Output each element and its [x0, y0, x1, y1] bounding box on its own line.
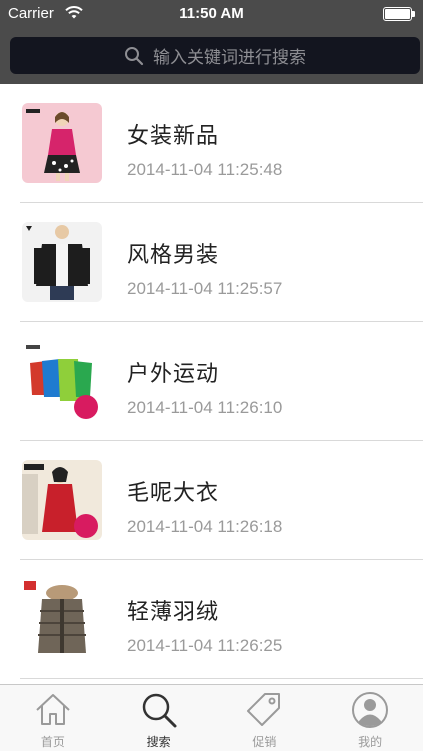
list-item[interactable]: 女装新品 2014-11-04 11:25:48	[0, 84, 423, 203]
tag-icon	[247, 693, 281, 726]
item-title: 户外运动	[127, 362, 220, 387]
search-icon	[125, 46, 144, 65]
user-icon	[352, 692, 389, 728]
product-thumbnail	[22, 341, 102, 421]
item-date: 2014-11-04 11:26:10	[127, 398, 283, 417]
tab-label: 搜索	[146, 735, 171, 749]
tab-profile[interactable]: 我的	[317, 685, 423, 751]
product-thumbnail	[22, 460, 102, 540]
home-icon	[36, 694, 70, 725]
category-list: 女装新品 2014-11-04 11:25:48 风格男装 2014-11-04…	[0, 84, 423, 679]
item-date: 2014-11-04 11:25:57	[127, 279, 283, 298]
list-item[interactable]: 毛呢大衣 2014-11-04 11:26:18	[0, 441, 423, 560]
item-title: 女装新品	[127, 124, 220, 149]
row-divider	[20, 678, 423, 679]
product-thumbnail	[22, 579, 102, 659]
tab-home[interactable]: 首页	[0, 685, 106, 751]
list-item[interactable]: 轻薄羽绒 2014-11-04 11:26:25	[0, 560, 423, 679]
app-header: Carrier 11:50 AM 输入关键词进行搜索	[0, 0, 423, 84]
search-input[interactable]: 输入关键词进行搜索	[10, 37, 420, 74]
list-item[interactable]: 风格男装 2014-11-04 11:25:57	[0, 203, 423, 322]
tab-label: 促销	[252, 735, 277, 749]
item-date: 2014-11-04 11:25:48	[127, 160, 283, 179]
search-placeholder: 输入关键词进行搜索	[153, 48, 306, 68]
item-title: 风格男装	[127, 243, 220, 268]
tab-search[interactable]: 搜索	[106, 685, 212, 751]
tab-label: 我的	[358, 735, 383, 749]
status-bar: Carrier 11:50 AM	[0, 0, 423, 28]
item-title: 毛呢大衣	[127, 481, 220, 506]
product-thumbnail	[22, 103, 102, 183]
item-title: 轻薄羽绒	[127, 600, 220, 625]
tab-bar: 首页 搜索 促销 我的	[0, 684, 423, 751]
tab-promotions[interactable]: 促销	[212, 685, 318, 751]
list-item[interactable]: 户外运动 2014-11-04 11:26:10	[0, 322, 423, 441]
battery-icon	[383, 7, 415, 21]
product-thumbnail	[22, 222, 102, 302]
item-date: 2014-11-04 11:26:25	[127, 636, 283, 655]
status-time: 11:50 AM	[179, 5, 244, 22]
search-icon	[142, 693, 177, 728]
tab-label: 首页	[40, 735, 65, 749]
item-date: 2014-11-04 11:26:18	[127, 517, 283, 536]
